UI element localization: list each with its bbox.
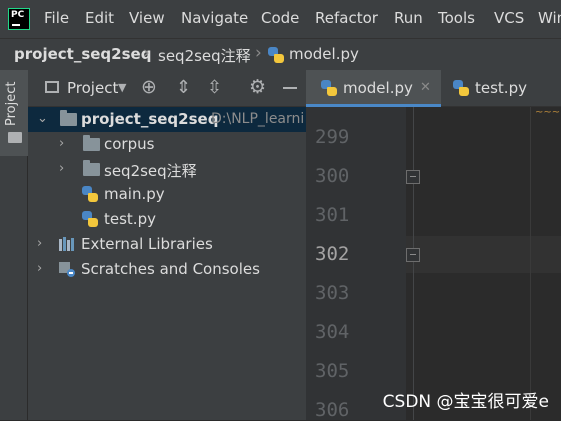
line-number: 299: [315, 126, 350, 148]
libraries-icon: [59, 237, 77, 251]
tree-row-file[interactable]: main.py: [28, 182, 306, 207]
gear-icon[interactable]: ⚙: [249, 76, 266, 98]
line-number: 305: [315, 360, 350, 382]
minimize-icon[interactable]: [283, 87, 297, 89]
file-name: main.py: [104, 185, 165, 203]
project-root-name: project_seq2seq: [81, 110, 219, 128]
python-file-icon: [268, 47, 284, 64]
scratches-icon: [59, 261, 75, 277]
folder-icon: [60, 110, 77, 126]
breadcrumb-separator-icon: ›: [255, 43, 262, 63]
tree-row-folder[interactable]: › seq2seq注释: [28, 157, 306, 182]
pycharm-logo-icon: PC: [8, 8, 30, 30]
collapse-all-icon[interactable]: ⇳: [207, 77, 222, 98]
right-margin-guide: [530, 107, 531, 420]
tree-row-folder[interactable]: › corpus: [28, 132, 306, 157]
file-name: test.py: [104, 210, 156, 228]
breadcrumb-separator-icon: ›: [143, 43, 150, 63]
menu-navigate[interactable]: Navigate: [181, 9, 248, 27]
tree-row-scratches[interactable]: › Scratches and Consoles: [28, 257, 306, 282]
tab-label: model.py: [343, 79, 413, 97]
line-number: 301: [315, 204, 350, 226]
tab-model-py[interactable]: model.py ✕: [306, 70, 441, 107]
menu-view[interactable]: View: [129, 9, 165, 27]
locate-target-icon[interactable]: ⊕: [141, 76, 157, 98]
fold-marker-icon[interactable]: [406, 170, 420, 184]
project-root-path: D:\NLP_learni: [211, 111, 305, 127]
tree-row-external-libraries[interactable]: › External Libraries: [28, 232, 306, 257]
python-file-icon: [453, 80, 469, 97]
fold-guide: [413, 107, 414, 420]
close-icon[interactable]: ✕: [420, 80, 431, 95]
expand-all-icon[interactable]: ⇕: [176, 77, 191, 98]
external-libraries-label: External Libraries: [81, 235, 213, 253]
folder-name: seq2seq注释: [104, 162, 197, 180]
menu-tools[interactable]: Tools: [438, 9, 475, 27]
project-tool-tab-label: Project: [4, 81, 19, 126]
warning-squiggle-icon: ~~~~~: [535, 107, 561, 117]
python-file-icon: [82, 186, 98, 203]
line-number: 306: [315, 399, 350, 421]
breadcrumb-file[interactable]: model.py: [289, 45, 359, 63]
chevron-down-icon[interactable]: ⌄: [37, 111, 48, 126]
breadcrumb-folder[interactable]: seq2seq注释: [158, 45, 251, 66]
line-number: 303: [315, 282, 350, 304]
tab-test-py[interactable]: test.py: [441, 70, 561, 107]
menu-window[interactable]: Win: [538, 9, 561, 27]
project-view-icon: [45, 81, 59, 93]
breadcrumb: project_seq2seq › seq2seq注释 › model.py: [0, 38, 561, 70]
current-line-number: 302: [315, 243, 350, 265]
menu-edit[interactable]: Edit: [85, 9, 114, 27]
folder-icon: [83, 160, 100, 176]
line-number: 300: [315, 165, 350, 187]
breadcrumb-project[interactable]: project_seq2seq: [14, 45, 151, 63]
chevron-right-icon[interactable]: ›: [37, 236, 42, 251]
fold-marker-icon[interactable]: [406, 248, 420, 262]
python-file-icon: [82, 211, 98, 228]
chevron-right-icon[interactable]: ›: [59, 161, 64, 176]
folder-name: corpus: [104, 135, 155, 153]
folder-icon: [8, 132, 22, 143]
caret-row-highlight: [406, 236, 561, 273]
scratches-label: Scratches and Consoles: [81, 260, 260, 278]
project-view-selector[interactable]: Project: [67, 79, 118, 97]
menu-file[interactable]: File: [44, 9, 69, 27]
chevron-right-icon[interactable]: ›: [37, 261, 42, 276]
folder-icon: [83, 135, 100, 151]
python-file-icon: [321, 80, 337, 97]
menu-vcs[interactable]: VCS: [494, 9, 524, 27]
tree-row-file[interactable]: test.py: [28, 207, 306, 232]
menu-refactor[interactable]: Refactor: [315, 9, 378, 27]
watermark: CSDN @宝宝很可爱e: [382, 392, 549, 412]
tab-label: test.py: [475, 79, 527, 97]
menu-code[interactable]: Code: [261, 9, 299, 27]
chevron-down-icon[interactable]: ▼: [118, 81, 126, 94]
menu-run[interactable]: Run: [394, 9, 423, 27]
project-panel-toolbar: Project ▼ ⊕ ⇕ ⇳ ⚙: [28, 70, 306, 107]
line-number: 304: [315, 321, 350, 343]
tree-row-project-root[interactable]: ⌄ project_seq2seq D:\NLP_learni: [28, 107, 306, 132]
chevron-right-icon[interactable]: ›: [59, 136, 64, 151]
